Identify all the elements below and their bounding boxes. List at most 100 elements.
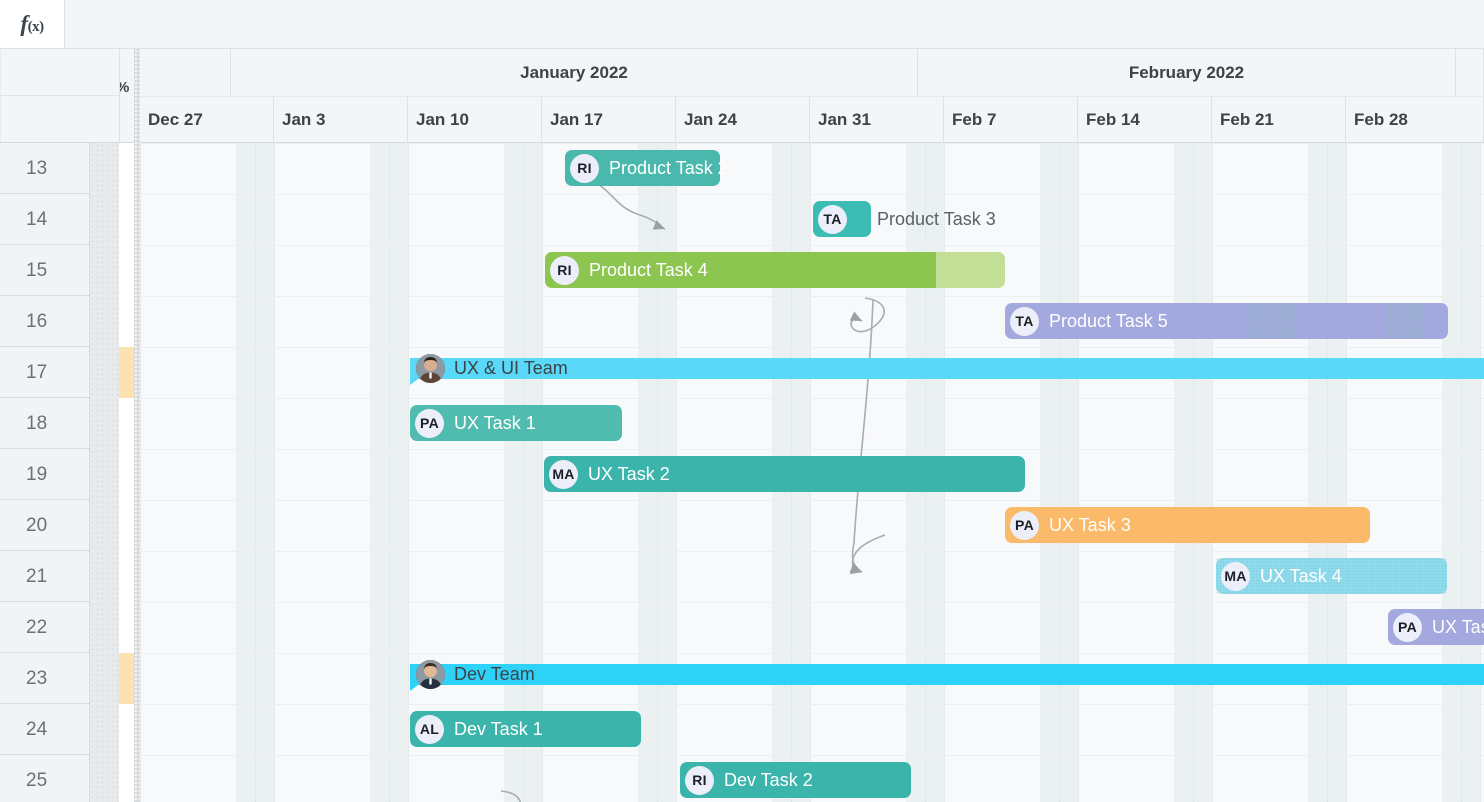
- row-header[interactable]: 14: [0, 194, 134, 245]
- avatar[interactable]: MA: [1221, 562, 1250, 591]
- avatar[interactable]: PA: [1393, 613, 1422, 642]
- row-percent-cell[interactable]: [89, 194, 119, 245]
- row-marker-cell[interactable]: [119, 551, 134, 602]
- row-marker-cell[interactable]: [119, 398, 134, 449]
- row-percent-cell[interactable]: [89, 245, 119, 296]
- row-percent-cell[interactable]: [89, 449, 119, 500]
- row-marker-cell[interactable]: [119, 296, 134, 347]
- row-header[interactable]: 17: [0, 347, 134, 398]
- task-bar[interactable]: TAProduct Task 5: [1005, 303, 1448, 339]
- task-bar[interactable]: PAUX Task 1: [410, 405, 622, 441]
- row-header[interactable]: 18: [0, 398, 134, 449]
- row-percent-cell[interactable]: [89, 347, 119, 398]
- avatar[interactable]: AL: [415, 715, 444, 744]
- task-bar[interactable]: RI Product Task 4: [545, 252, 1005, 288]
- row-marker-cell[interactable]: [119, 245, 134, 296]
- row-number: 14: [26, 194, 47, 245]
- row-marker-cell[interactable]: [119, 755, 134, 802]
- row-percent-cell[interactable]: [89, 143, 119, 194]
- avatar[interactable]: PA: [415, 409, 444, 438]
- task-bar[interactable]: MA UX Task 4: [1216, 558, 1447, 594]
- percent-column-label: %: [119, 79, 129, 96]
- row-header[interactable]: 13: [0, 143, 134, 194]
- row-percent-cell[interactable]: [89, 653, 119, 704]
- pane-splitter[interactable]: [134, 49, 140, 802]
- percent-column-header[interactable]: %: [119, 49, 134, 142]
- week-header-cell[interactable]: Feb 7: [944, 96, 1078, 142]
- avatar[interactable]: TA: [818, 205, 847, 234]
- summary-cap-left-icon: [410, 379, 418, 385]
- row-marker-cell[interactable]: [119, 347, 134, 398]
- row-header[interactable]: 16: [0, 296, 134, 347]
- row-marker-cell[interactable]: [119, 449, 134, 500]
- task-bar[interactable]: ALDev Task 1: [410, 711, 641, 747]
- task-bar-label: UX Task 3: [1049, 515, 1131, 536]
- week-header-cell[interactable]: Jan 3: [274, 96, 408, 142]
- row-percent-cell[interactable]: [89, 755, 119, 802]
- row-gridline: [140, 143, 1484, 144]
- month-header-cell: [140, 49, 231, 96]
- row-percent-cell[interactable]: [89, 704, 119, 755]
- row-marker-cell[interactable]: [119, 704, 134, 755]
- task-bar-label: UX Task 4: [1260, 566, 1342, 587]
- row-gridline: [140, 449, 1484, 450]
- row-marker-cell[interactable]: [119, 143, 134, 194]
- month-header-cell: February 2022: [918, 49, 1456, 96]
- avatar[interactable]: RI: [570, 154, 599, 183]
- row-percent-cell[interactable]: [89, 296, 119, 347]
- row-marker-cell[interactable]: [119, 653, 134, 704]
- week-header-cell[interactable]: Jan 24: [676, 96, 810, 142]
- row-header[interactable]: 20: [0, 500, 134, 551]
- row-header[interactable]: 23: [0, 653, 134, 704]
- task-bar[interactable]: RIProduct Task 2: [565, 150, 720, 186]
- formula-button[interactable]: f(x): [0, 0, 65, 48]
- row-marker-cell[interactable]: [119, 194, 134, 245]
- avatar[interactable]: MA: [549, 460, 578, 489]
- row-header[interactable]: 21: [0, 551, 134, 602]
- row-header[interactable]: 24: [0, 704, 134, 755]
- row-header[interactable]: 22: [0, 602, 134, 653]
- row-marker-cell[interactable]: [119, 602, 134, 653]
- task-bar-label: Product Task 4: [589, 260, 708, 281]
- summary-cap-left-icon: [410, 685, 418, 691]
- row-percent-cell[interactable]: [89, 602, 119, 653]
- task-bar[interactable]: MAUX Task 2: [544, 456, 1025, 492]
- bar-texture: [1386, 303, 1426, 339]
- avatar[interactable]: [416, 354, 445, 383]
- row-gridline: [140, 398, 1484, 399]
- row-marker-cell[interactable]: [119, 500, 134, 551]
- row-number: 25: [26, 755, 47, 802]
- week-header-cell[interactable]: Jan 31: [810, 96, 944, 142]
- week-header-cell[interactable]: Jan 10: [408, 96, 542, 142]
- row-percent-cell[interactable]: [89, 398, 119, 449]
- row-header[interactable]: 15: [0, 245, 134, 296]
- summary-bar[interactable]: Dev Team: [410, 664, 1484, 691]
- week-header-cell[interactable]: Feb 14: [1078, 96, 1212, 142]
- task-bar[interactable]: PA UX Task 3: [1005, 507, 1370, 543]
- week-header-cell[interactable]: Jan 17: [542, 96, 676, 142]
- row-percent-cell[interactable]: [89, 551, 119, 602]
- row-number: 23: [26, 653, 47, 704]
- avatar[interactable]: PA: [1010, 511, 1039, 540]
- avatar[interactable]: [416, 660, 445, 689]
- row-header[interactable]: 19: [0, 449, 134, 500]
- week-header-cell[interactable]: Dec 27: [140, 96, 274, 142]
- avatar[interactable]: RI: [685, 766, 714, 795]
- avatar[interactable]: TA: [1010, 307, 1039, 336]
- avatar[interactable]: RI: [550, 256, 579, 285]
- bar-texture: [1249, 303, 1298, 339]
- summary-bar[interactable]: UX & UI Team: [410, 358, 1484, 385]
- grid-header: %: [0, 49, 134, 143]
- week-header-cell[interactable]: Feb 21: [1212, 96, 1346, 142]
- task-bar[interactable]: TA: [813, 201, 871, 237]
- summary-bar-body: [410, 664, 1484, 685]
- row-number: 19: [26, 449, 47, 500]
- task-bar[interactable]: RIDev Task 2: [680, 762, 911, 798]
- row-gridline: [140, 296, 1484, 297]
- week-header-cell[interactable]: Feb 28: [1346, 96, 1484, 142]
- row-percent-cell[interactable]: [89, 500, 119, 551]
- summary-bar-label: Dev Team: [454, 664, 535, 685]
- top-toolbar: f(x): [0, 0, 1484, 49]
- row-header[interactable]: 25: [0, 755, 134, 802]
- task-bar[interactable]: PAUX Task 5: [1388, 609, 1484, 645]
